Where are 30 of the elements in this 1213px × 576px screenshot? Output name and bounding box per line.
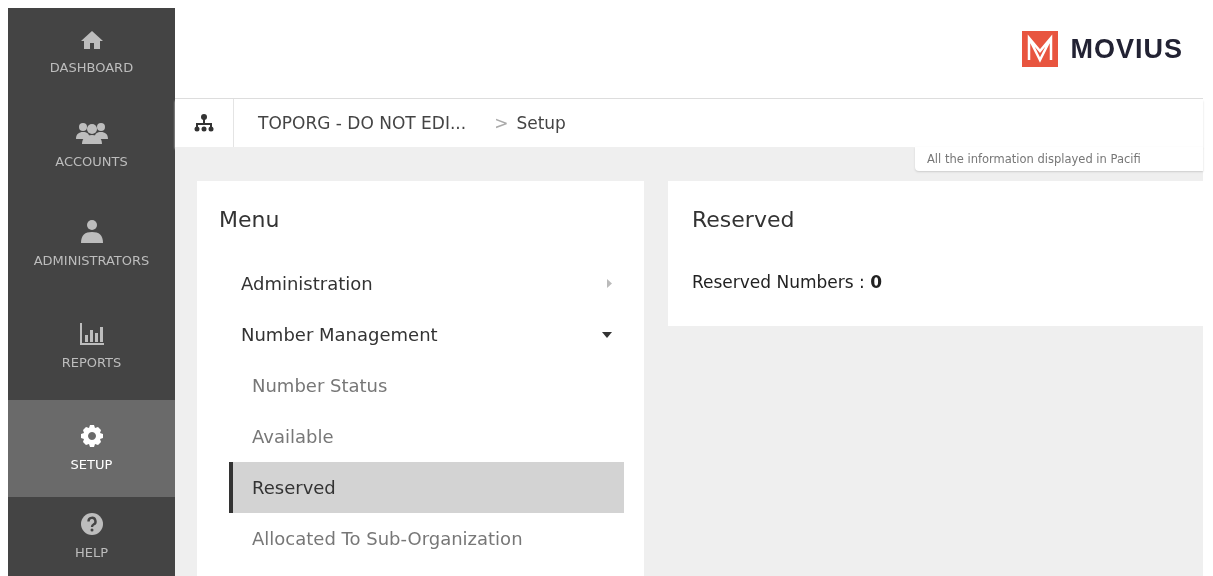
bar-chart-icon: [79, 322, 104, 345]
caret-right-icon: [607, 279, 612, 288]
submenu-item[interactable]: Allocated To Sub-Organization: [229, 513, 624, 564]
sidebar-item[interactable]: DASHBOARD: [8, 8, 175, 97]
menu-item[interactable]: Administration: [197, 258, 624, 309]
breadcrumb-link[interactable]: TOPORG - DO NOT EDI...: [258, 113, 467, 133]
home-icon: [79, 29, 104, 50]
sidebar-item[interactable]: HELP: [8, 497, 175, 576]
person-icon: [80, 218, 103, 243]
timezone-note: All the information displayed in Pacifi: [915, 147, 1203, 171]
breadcrumb-link[interactable]: Setup: [516, 113, 566, 133]
help-icon: [80, 513, 103, 536]
menu-title: Menu: [219, 207, 281, 232]
hierarchy-icon: [194, 114, 214, 132]
settings-icon: [80, 425, 103, 448]
sidebar-item[interactable]: ACCOUNTS: [8, 96, 175, 195]
menu-item[interactable]: Number Management: [197, 309, 624, 360]
sidebar-item[interactable]: ADMINISTRATORS: [8, 194, 175, 292]
submenu-item[interactable]: Number Status: [229, 360, 624, 411]
logo-icon: [1022, 31, 1059, 67]
users-icon: [75, 122, 108, 145]
content-title: Reserved: [692, 207, 796, 232]
reserved-summary: Reserved Numbers : 0: [692, 272, 884, 292]
caret-down-icon: [602, 331, 612, 338]
sidebar-item[interactable]: SETUP: [8, 400, 175, 498]
submenu-item[interactable]: Reserved: [229, 462, 624, 513]
logo-text: MOVIUS: [1070, 33, 1183, 65]
sidebar-item[interactable]: REPORTS: [8, 292, 175, 401]
submenu-item[interactable]: Available: [229, 411, 624, 462]
breadcrumb-separator: >: [494, 113, 509, 133]
